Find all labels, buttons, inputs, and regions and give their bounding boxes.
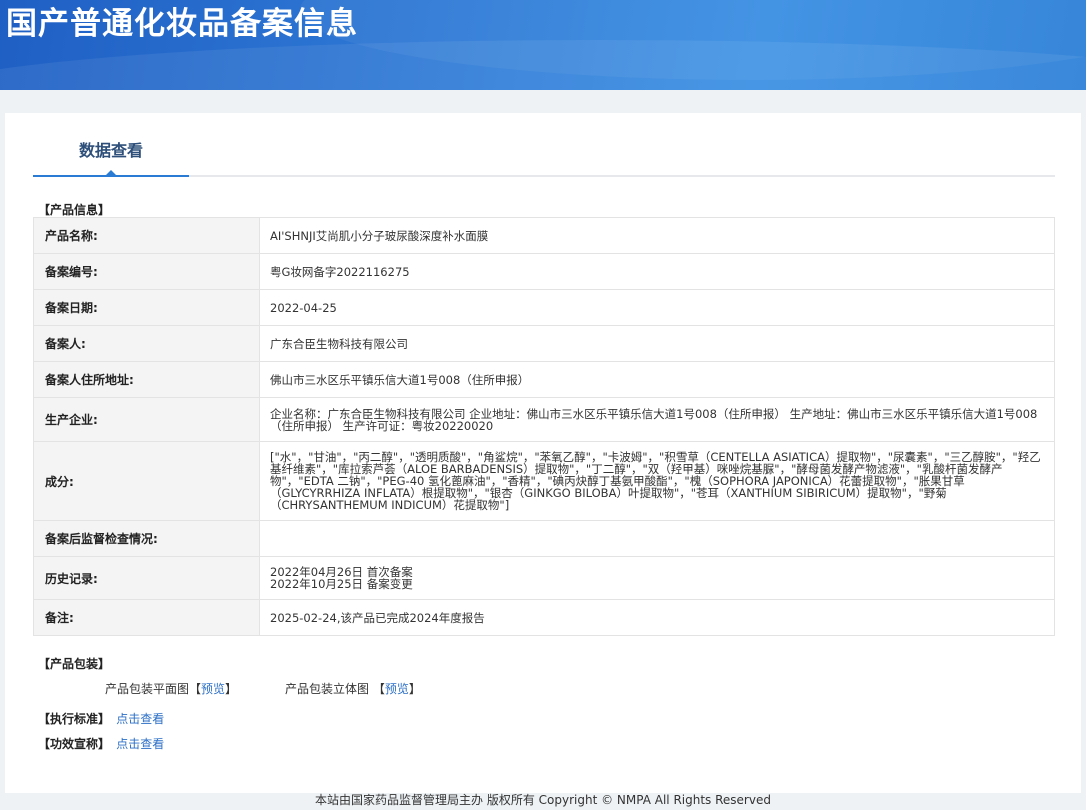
row-value: AI'SHNJI艾尚肌小分子玻尿酸深度补水面膜 — [259, 217, 1055, 254]
packaging-solid-label: 产品包装立体图 — [285, 682, 370, 696]
row-value: 广东合臣生物科技有限公司 — [259, 325, 1055, 362]
table-row: 备案编号: 粤G妆网备字2022116275 — [33, 253, 1055, 290]
table-row: 历史记录: 2022年04月26日 首次备案 2022年10月25日 备案变更 — [33, 556, 1055, 600]
row-value: 粤G妆网备字2022116275 — [259, 253, 1055, 290]
row-key: 备案后监督检查情况: — [33, 520, 260, 557]
history-entry: 2022年10月25日 备案变更 — [270, 577, 413, 591]
table-row: 备案人: 广东合臣生物科技有限公司 — [33, 325, 1055, 362]
row-key: 备案人: — [33, 325, 260, 362]
row-value: 2022-04-25 — [259, 289, 1055, 326]
packaging-solid-item: 产品包装立体图 【预览】 — [285, 680, 421, 697]
bracket: 【 — [372, 682, 385, 696]
table-row: 备注: 2025-02-24,该产品已完成2024年度报告 — [33, 599, 1055, 636]
row-key: 产品名称: — [33, 217, 260, 254]
page-banner: 国产普通化妆品备案信息 — [0, 0, 1086, 90]
table-row: 备案后监督检查情况: — [33, 520, 1055, 557]
product-info-table: 产品名称: AI'SHNJI艾尚肌小分子玻尿酸深度补水面膜 备案编号: 粤G妆网… — [33, 217, 1055, 636]
standard-heading: 【执行标准】 点击查看 — [38, 710, 164, 727]
row-key: 备案人住所地址: — [33, 361, 260, 398]
standard-title: 【执行标准】 — [38, 712, 111, 726]
table-row: 产品名称: AI'SHNJI艾尚肌小分子玻尿酸深度补水面膜 — [33, 217, 1055, 254]
page-footer: 本站由国家药品监督管理局主办 版权所有 Copyright © NMPA All… — [315, 793, 771, 807]
row-value: 佛山市三水区乐平镇乐信大道1号008（住所申报） — [259, 361, 1055, 398]
efficacy-view-link[interactable]: 点击查看 — [116, 737, 164, 751]
table-row: 生产企业: 企业名称：广东合臣生物科技有限公司 企业地址：佛山市三水区乐平镇乐信… — [33, 397, 1055, 442]
standard-view-link[interactable]: 点击查看 — [116, 712, 164, 726]
row-value: 企业名称：广东合臣生物科技有限公司 企业地址：佛山市三水区乐平镇乐信大道1号00… — [259, 397, 1055, 442]
efficacy-title: 【功效宣称】 — [38, 737, 111, 751]
packaging-heading: 【产品包装】 — [38, 657, 111, 671]
row-value: 2022年04月26日 首次备案 2022年10月25日 备案变更 — [259, 556, 1055, 600]
bracket: 】 — [225, 682, 238, 696]
table-row: 备案日期: 2022-04-25 — [33, 289, 1055, 326]
table-row: 成分: ["水"，"甘油"，"丙二醇"，"透明质酸"，"角鲨烷"，"苯氧乙醇"，… — [33, 441, 1055, 521]
banner-title: 国产普通化妆品备案信息 — [6, 6, 358, 42]
packaging-flat-label: 产品包装平面图 — [105, 682, 190, 696]
row-value — [259, 520, 1055, 557]
table-row: 备案人住所地址: 佛山市三水区乐平镇乐信大道1号008（住所申报） — [33, 361, 1055, 398]
bracket: 】 — [408, 682, 421, 696]
product-info-heading: 【产品信息】 — [38, 203, 111, 217]
row-key: 生产企业: — [33, 397, 260, 442]
content-card: 数据查看 【产品信息】 产品名称: AI'SHNJI艾尚肌小分子玻尿酸深度补水面… — [5, 113, 1081, 793]
row-key: 成分: — [33, 441, 260, 521]
bracket: 【 — [189, 682, 202, 696]
row-key: 备案编号: — [33, 253, 260, 290]
packaging-flat-item: 产品包装平面图【预览】 — [105, 680, 237, 697]
row-key: 备注: — [33, 599, 260, 636]
row-key: 历史记录: — [33, 556, 260, 600]
row-value: 2025-02-24,该产品已完成2024年度报告 — [259, 599, 1055, 636]
efficacy-heading: 【功效宣称】 点击查看 — [38, 735, 164, 752]
tab-active-caret-icon — [105, 170, 117, 176]
tab-bar: 数据查看 — [33, 131, 1055, 177]
row-key: 备案日期: — [33, 289, 260, 326]
packaging-flat-preview-link[interactable]: 预览 — [201, 682, 225, 696]
row-value: ["水"，"甘油"，"丙二醇"，"透明质酸"，"角鲨烷"，"苯氧乙醇"，"卡波姆… — [259, 441, 1055, 521]
packaging-solid-preview-link[interactable]: 预览 — [385, 682, 409, 696]
